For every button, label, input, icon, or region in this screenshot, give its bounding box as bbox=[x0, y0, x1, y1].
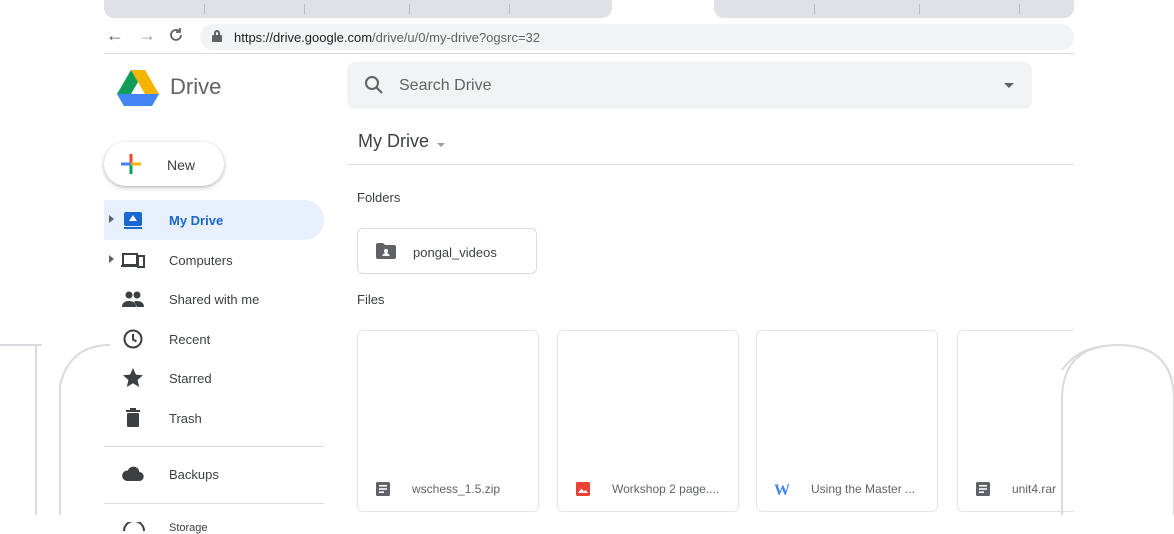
folder-name: pongal_videos bbox=[413, 245, 497, 260]
browser-tab-strip bbox=[104, 0, 1074, 18]
sidebar-item-label: Starred bbox=[169, 371, 212, 386]
my-drive-icon bbox=[124, 212, 142, 229]
browser-tab[interactable] bbox=[714, 0, 1074, 18]
word-icon: W bbox=[774, 482, 790, 497]
sidebar-item-label: Recent bbox=[169, 332, 211, 347]
archive-icon bbox=[976, 482, 990, 496]
files-heading: Files bbox=[357, 292, 385, 307]
new-button-label: New bbox=[167, 157, 196, 173]
sidebar-item-my-drive[interactable]: My Drive bbox=[104, 200, 324, 240]
sidebar-divider bbox=[104, 503, 324, 504]
sidebar-item-label: Backups bbox=[169, 467, 219, 482]
expand-arrow-icon[interactable] bbox=[109, 255, 114, 263]
folder-card[interactable]: pongal_videos bbox=[357, 228, 537, 274]
sidebar-item-label: Shared with me bbox=[169, 292, 260, 307]
trash-icon bbox=[126, 408, 140, 427]
browser-tab[interactable] bbox=[104, 0, 612, 18]
file-name: unit4.rar bbox=[1012, 482, 1057, 496]
new-button[interactable]: New bbox=[104, 142, 224, 186]
forward-arrow-icon[interactable]: → bbox=[138, 25, 156, 45]
chevron-down-icon[interactable] bbox=[437, 143, 445, 147]
folders-heading: Folders bbox=[357, 190, 401, 205]
sidebar-item-label: Computers bbox=[169, 253, 233, 268]
tab-separator bbox=[509, 4, 510, 14]
archive-icon bbox=[376, 482, 390, 496]
app-name: Drive bbox=[170, 74, 222, 99]
image-icon bbox=[576, 482, 590, 496]
header-divider bbox=[347, 164, 1074, 165]
clock-icon bbox=[123, 329, 143, 349]
file-name: Using the Master ... bbox=[811, 482, 916, 496]
search-icon[interactable] bbox=[363, 74, 385, 96]
search-bar[interactable]: Search Drive bbox=[347, 62, 1032, 109]
star-icon bbox=[123, 368, 143, 387]
file-card[interactable]: Workshop 2 page.... bbox=[557, 330, 739, 512]
reload-icon[interactable] bbox=[168, 25, 184, 47]
sidebar-item-computers[interactable]: Computers bbox=[104, 240, 324, 280]
search-options-icon[interactable] bbox=[1004, 83, 1014, 88]
sidebar-divider bbox=[104, 446, 324, 447]
shared-icon bbox=[122, 291, 144, 307]
file-card[interactable]: wschess_1.5.zip bbox=[357, 330, 539, 512]
computers-icon bbox=[121, 253, 145, 268]
file-card[interactable]: W Using the Master ... bbox=[756, 330, 938, 512]
tab-separator bbox=[814, 4, 815, 14]
url-host: https://drive.google.com bbox=[234, 30, 373, 45]
back-arrow-icon[interactable]: ← bbox=[106, 25, 124, 45]
drive-logo-icon[interactable] bbox=[117, 70, 159, 106]
sidebar-item-backups[interactable]: Backups bbox=[104, 454, 324, 494]
toolbar-divider bbox=[104, 53, 1074, 54]
page-title[interactable]: My Drive bbox=[358, 131, 429, 152]
cloud-icon bbox=[122, 466, 144, 482]
sidebar-item-storage[interactable]: Storage bbox=[169, 522, 208, 534]
file-name: Workshop 2 page.... bbox=[612, 482, 720, 496]
search-placeholder[interactable]: Search Drive bbox=[399, 77, 491, 95]
tab-separator bbox=[304, 4, 305, 14]
sidebar-item-starred[interactable]: Starred bbox=[104, 358, 324, 398]
sidebar-item-label: My Drive bbox=[169, 213, 224, 228]
plus-icon bbox=[121, 154, 141, 174]
tab-separator bbox=[204, 4, 205, 14]
svg-text:W: W bbox=[774, 482, 790, 497]
url-text[interactable]: https://drive.google.com/drive/u/0/my-dr… bbox=[234, 30, 540, 45]
lock-icon bbox=[212, 30, 222, 42]
file-card[interactable]: unit4.rar bbox=[957, 330, 1074, 512]
file-name: wschess_1.5.zip bbox=[412, 482, 501, 496]
storage-icon bbox=[123, 522, 145, 531]
expand-arrow-icon[interactable] bbox=[109, 215, 114, 223]
shared-folder-icon bbox=[376, 243, 396, 259]
address-bar[interactable]: https://drive.google.com/drive/u/0/my-dr… bbox=[200, 24, 1074, 50]
sidebar-item-trash[interactable]: Trash bbox=[104, 398, 324, 438]
sidebar-item-shared[interactable]: Shared with me bbox=[104, 279, 324, 319]
browser-toolbar: ← → https://drive.google.com/drive/u/0/m… bbox=[104, 20, 1074, 52]
tab-separator bbox=[1019, 4, 1020, 14]
tab-separator bbox=[409, 4, 410, 14]
sidebar-item-label: Trash bbox=[169, 411, 202, 426]
tab-separator bbox=[919, 4, 920, 14]
url-path: /drive/u/0/my-drive?ogsrc=32 bbox=[372, 30, 541, 45]
sidebar-item-recent[interactable]: Recent bbox=[104, 319, 324, 359]
